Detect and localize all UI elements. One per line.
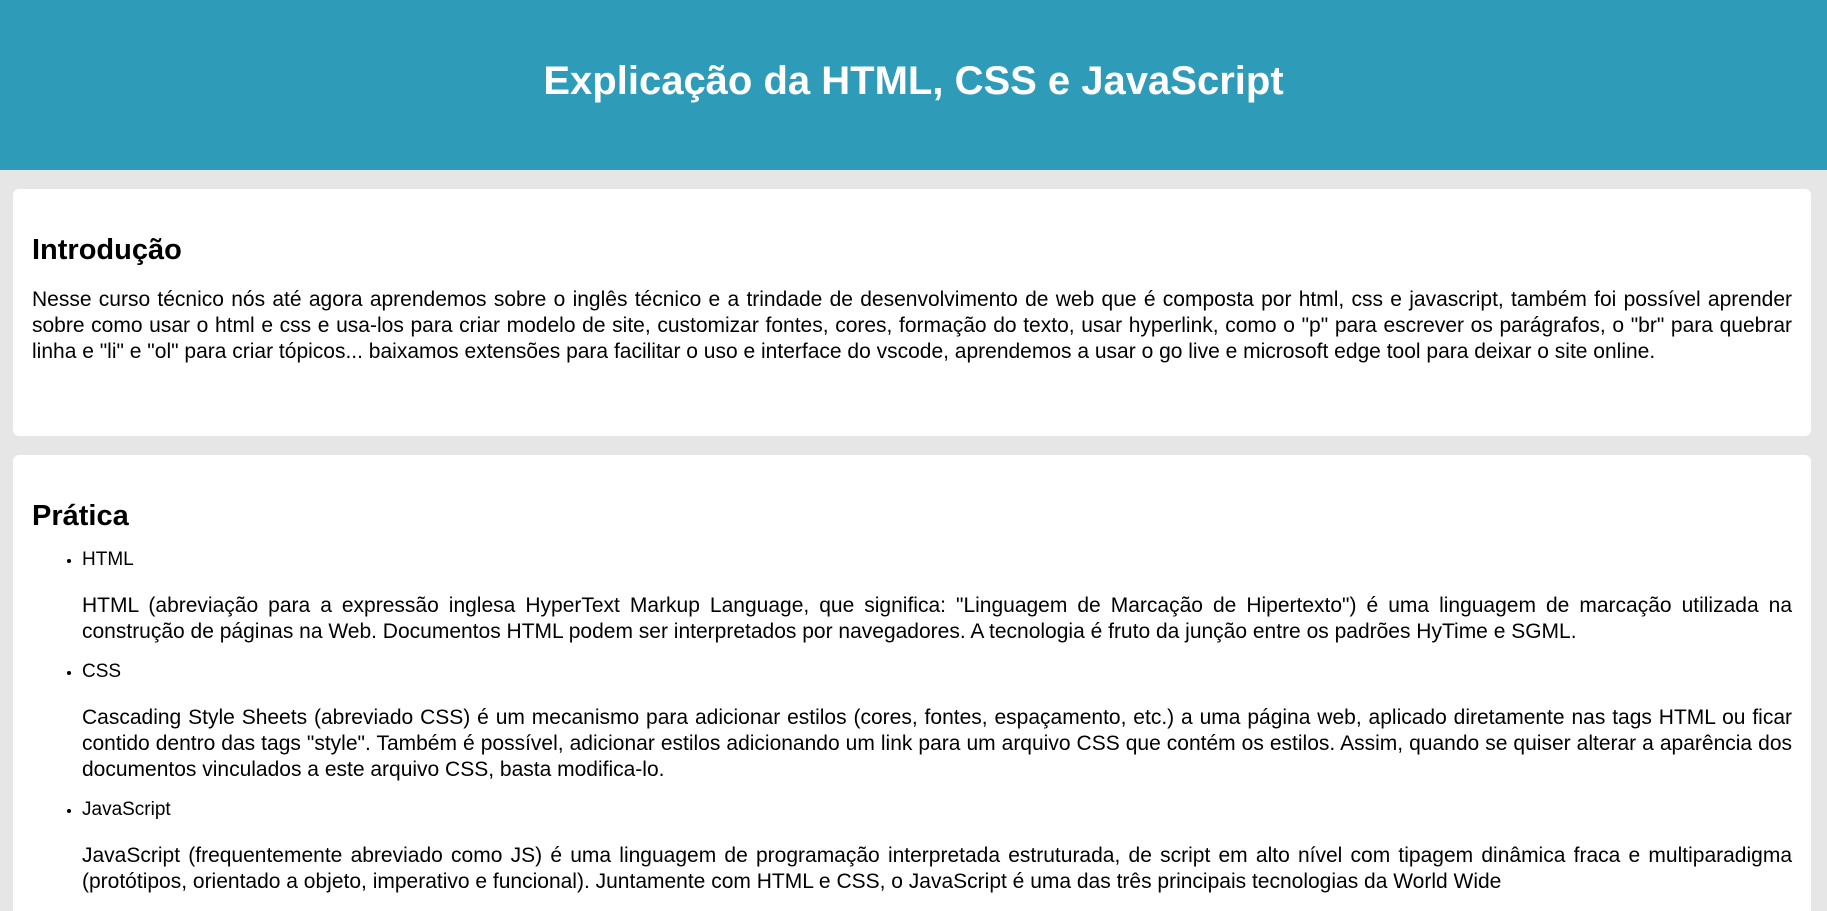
intro-paragraph: Nesse curso técnico nós até agora aprend… [32,288,1792,363]
topic-item-html: HTML HTML (abreviação para a expressão i… [82,547,1792,645]
pratica-heading: Prática [32,500,129,532]
topic-title-javascript: JavaScript [82,799,171,820]
topic-item-css: CSS Cascading Style Sheets (abreviado CS… [82,659,1792,783]
topic-text-javascript: JavaScript (frequentemente abreviado com… [82,844,1792,893]
topic-title-html: HTML [82,549,134,570]
topic-text-html: HTML (abreviação para a expressão ingles… [82,594,1792,643]
intro-section: Introdução Nesse curso técnico nós até a… [13,189,1811,436]
topic-text-css: Cascading Style Sheets (abreviado CSS) é… [82,706,1792,781]
page-title: Explicação da HTML, CSS e JavaScript [543,58,1284,103]
topics-list: HTML HTML (abreviação para a expressão i… [32,547,1792,895]
page-header: Explicação da HTML, CSS e JavaScript [0,0,1827,170]
intro-heading: Introdução [32,234,182,266]
topic-title-css: CSS [82,661,122,682]
pratica-section: Prática HTML HTML (abreviação para a exp… [13,455,1811,911]
topic-item-javascript: JavaScript JavaScript (frequentemente ab… [82,797,1792,895]
